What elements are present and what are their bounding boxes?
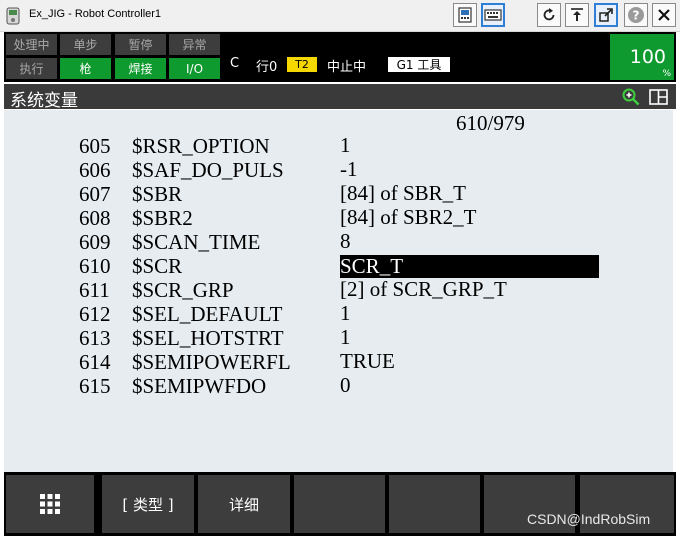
variable-value[interactable]: 1: [340, 134, 351, 157]
variable-list: 610/979 605 $RSR_OPTION 1 606 $SAF_DO_PULS -1…: [4, 110, 673, 472]
lamp-hold: 暂停: [115, 34, 166, 55]
variable-number: 605: [79, 134, 111, 158]
variable-value[interactable]: SCR_T: [340, 255, 599, 278]
f3-softkey[interactable]: [294, 475, 385, 533]
variable-name: $RSR_OPTION: [132, 134, 270, 158]
variable-value[interactable]: TRUE: [340, 350, 395, 373]
variable-number: 607: [79, 182, 111, 206]
variable-name: $SAF_DO_PULS: [132, 158, 284, 182]
popout-icon: [599, 8, 613, 22]
variable-name: $SBR: [132, 182, 183, 206]
window-title: Ex_JIG - Robot Controller1: [29, 8, 162, 20]
variable-number: 609: [79, 230, 111, 254]
execution-state: 中止中: [327, 60, 367, 75]
zoom-icon[interactable]: [622, 88, 640, 106]
variable-row[interactable]: 609 $SCAN_TIME 8: [4, 230, 673, 255]
variable-number: 610: [79, 254, 111, 278]
variable-value[interactable]: [2] of SCR_GRP_T: [340, 278, 507, 301]
variable-number: 606: [79, 158, 111, 182]
jog-button[interactable]: [565, 3, 589, 27]
keyboard-icon: [484, 9, 502, 21]
variable-name: $SEL_HOTSTRT: [132, 326, 284, 350]
close-icon: [658, 9, 670, 21]
keyboard-button[interactable]: [481, 3, 505, 27]
variable-row[interactable]: 614 $SEMIPOWERFL TRUE: [4, 350, 673, 375]
variable-row[interactable]: 607 $SBR [84] of SBR_T: [4, 182, 673, 207]
lamp-run: 执行: [6, 58, 57, 79]
title-bar: Ex_JIG - Robot Controller1 ?: [0, 0, 680, 32]
line-number: 行0: [256, 60, 278, 75]
refresh-icon: [543, 8, 555, 21]
lamp-step: 单步: [60, 34, 111, 55]
split-screen-icon[interactable]: [649, 89, 668, 105]
variable-name: $SBR2: [132, 206, 193, 230]
grid-icon: [40, 494, 60, 514]
variable-number: 611: [79, 278, 110, 302]
variable-name: $SEL_DEFAULT: [132, 302, 283, 326]
f1-type-softkey[interactable]: [ 类型 ]: [102, 475, 194, 533]
screen-title: 系统变量: [10, 91, 78, 111]
jog-icon: [571, 8, 583, 21]
lamp-gun: 枪: [60, 58, 111, 79]
app-icon: [6, 7, 20, 25]
variable-name: $SCR_GRP: [132, 278, 234, 302]
variable-number: 613: [79, 326, 111, 350]
variable-name: $SCAN_TIME: [132, 230, 261, 254]
help-button[interactable]: ?: [624, 3, 648, 27]
status-panel: 处理中 单步 暂停 异常 执行 枪 焊接 I/O C 行0 T2 中止中 G1 …: [4, 32, 676, 82]
variable-row[interactable]: 605 $RSR_OPTION 1: [4, 134, 673, 159]
variable-name: $SEMIPOWERFL: [132, 350, 291, 374]
variable-row[interactable]: 615 $SEMIPWFDO 0: [4, 374, 673, 399]
watermark: CSDN@IndRobSim: [527, 511, 651, 527]
f2-detail-softkey[interactable]: 详细: [198, 475, 290, 533]
variable-number: 614: [79, 350, 111, 374]
variable-row[interactable]: 613 $SEL_HOTSTRT 1: [4, 326, 673, 351]
menu-softkey[interactable]: [6, 475, 94, 533]
variable-value[interactable]: 0: [340, 374, 351, 397]
tp-icon: [458, 7, 472, 23]
variable-number: 615: [79, 374, 111, 398]
f4-softkey[interactable]: [389, 475, 480, 533]
lamp-fault: 异常: [169, 34, 220, 55]
variable-number: 608: [79, 206, 111, 230]
tool-frame-badge: G1 工具: [388, 57, 450, 72]
variable-value[interactable]: 8: [340, 230, 351, 253]
teach-pendant-button[interactable]: [453, 3, 477, 27]
variable-value[interactable]: 1: [340, 302, 351, 325]
variable-name: $SCR: [132, 254, 183, 278]
lamp-busy: 处理中: [6, 34, 57, 55]
variable-name: $SEMIPWFDO: [132, 374, 267, 398]
variable-value[interactable]: [84] of SBR_T: [340, 182, 466, 205]
lamp-io: I/O: [169, 58, 220, 79]
variable-row[interactable]: 612 $SEL_DEFAULT 1: [4, 302, 673, 327]
variable-row[interactable]: 608 $SBR2 [84] of SBR2_T: [4, 206, 673, 231]
variable-value[interactable]: [84] of SBR2_T: [340, 206, 477, 229]
override-unit: %: [662, 69, 671, 79]
speed-override[interactable]: 100 %: [610, 34, 674, 80]
variable-row[interactable]: 610 $SCR SCR_T: [4, 254, 673, 278]
help-icon: ?: [628, 7, 644, 23]
popout-button[interactable]: [594, 3, 618, 27]
refresh-button[interactable]: [537, 3, 561, 27]
svg-text:?: ?: [633, 9, 640, 23]
screen-header: 系统变量: [4, 84, 676, 111]
t2-mode-badge: T2: [287, 57, 317, 72]
variable-row[interactable]: 611 $SCR_GRP [2] of SCR_GRP_T: [4, 278, 673, 303]
variable-row[interactable]: 606 $SAF_DO_PULS -1: [4, 158, 673, 183]
item-counter: 610/979: [456, 111, 525, 135]
variable-value[interactable]: 1: [340, 326, 351, 349]
variable-value[interactable]: -1: [340, 158, 358, 181]
program-mode: C: [230, 56, 240, 71]
override-value: 100: [629, 46, 666, 68]
close-button[interactable]: [652, 3, 676, 27]
lamp-weld: 焊接: [115, 58, 166, 79]
variable-number: 612: [79, 302, 111, 326]
